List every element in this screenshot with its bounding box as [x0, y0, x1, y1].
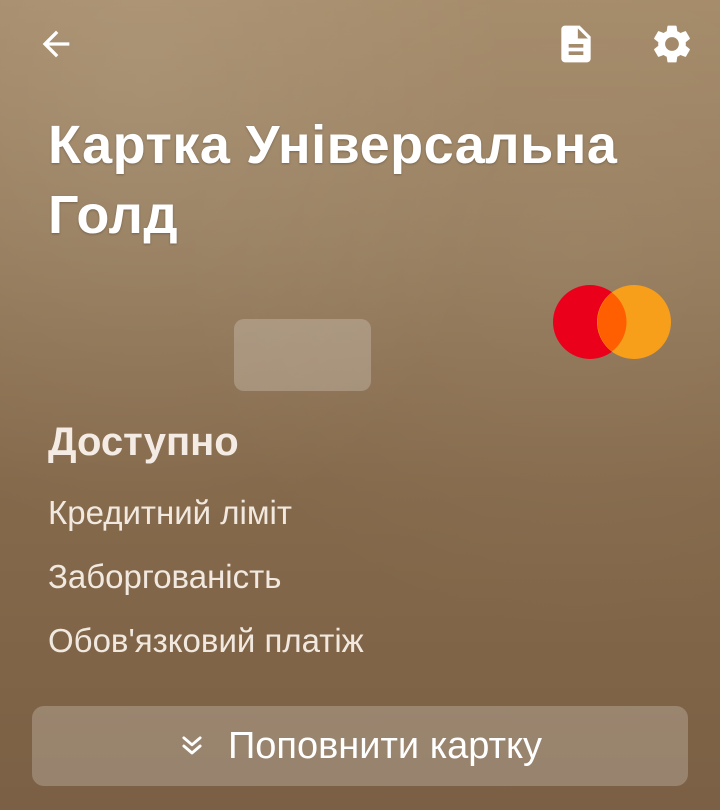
- available-label: Доступно: [48, 420, 239, 464]
- double-chevron-down-icon: [178, 732, 206, 760]
- document-icon: [561, 25, 591, 63]
- mandatory-payment-label: Обов'язковий платіж: [48, 622, 364, 659]
- back-button[interactable]: [30, 22, 82, 66]
- top-up-card-label: Поповнити картку: [227, 724, 543, 767]
- hidden-balance[interactable]: [234, 319, 371, 391]
- settings-button[interactable]: [644, 18, 700, 70]
- debt-label: Заборгованість: [48, 558, 282, 595]
- gear-icon: [654, 25, 690, 63]
- mastercard-logo: [553, 285, 671, 359]
- arrow-left-icon: [42, 30, 70, 58]
- card-title: Картка Універсальна Голд: [48, 115, 618, 245]
- statement-button[interactable]: [552, 20, 600, 68]
- top-up-card-button[interactable]: Поповнити картку: [32, 706, 688, 786]
- credit-limit-label: Кредитний ліміт: [48, 494, 292, 531]
